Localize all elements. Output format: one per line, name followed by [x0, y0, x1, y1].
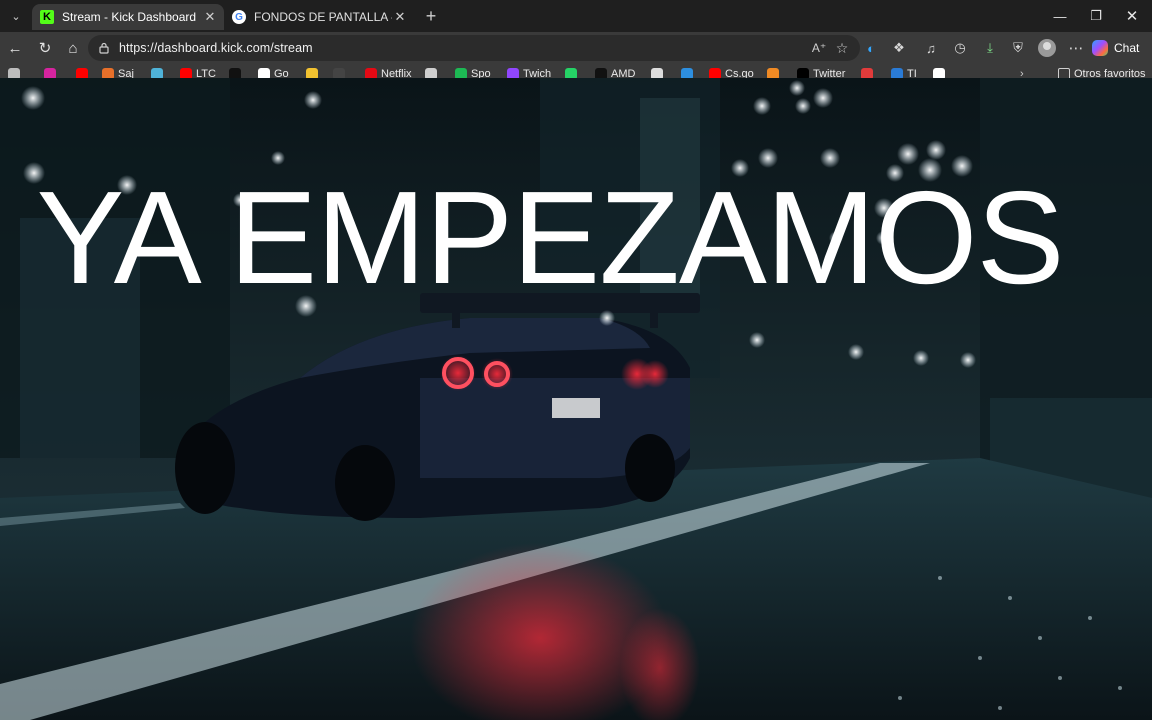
generic-site-icon	[767, 68, 779, 78]
close-tab-icon[interactable]: ✕	[392, 9, 408, 25]
favorite-site-0[interactable]	[44, 68, 56, 78]
media-note-icon[interactable]: ♫	[921, 38, 941, 58]
instagram-icon	[44, 68, 56, 78]
reload-button[interactable]: ↻	[34, 37, 56, 59]
favorite-twich-12[interactable]: Twich	[507, 68, 551, 78]
favorite-label: Saj	[118, 68, 134, 78]
favorite-site-7[interactable]	[306, 68, 318, 78]
favorite-site-5[interactable]	[229, 68, 241, 78]
favorite-site-10[interactable]	[425, 68, 437, 78]
chat-label: Chat	[1114, 41, 1140, 55]
copilot-icon	[1092, 40, 1108, 56]
browser-essentials-shield-icon[interactable]: ⛨	[1008, 38, 1028, 58]
favorite-label: Twitter	[813, 68, 846, 78]
amd-icon	[595, 68, 607, 78]
favorite-label: TI	[907, 68, 917, 78]
profile-avatar[interactable]	[1038, 39, 1056, 57]
favorite-label: LTC	[196, 68, 216, 78]
back-button[interactable]: ←	[4, 37, 26, 59]
history-icon[interactable]: ◷	[950, 38, 970, 58]
favorite-site-13[interactable]	[565, 68, 577, 78]
favorite-star-icon[interactable]: ☆	[833, 39, 851, 57]
downloads-icon[interactable]: ⤓	[980, 38, 1000, 58]
close-tab-icon[interactable]: ✕	[202, 9, 218, 25]
generic-site-icon	[333, 68, 345, 78]
favorite-twitter-19[interactable]: Twitter	[797, 68, 845, 78]
restore-window-icon[interactable]: ❐	[1078, 4, 1114, 28]
favorite-saj-2[interactable]: Saj	[102, 68, 134, 78]
site-info-lock-icon[interactable]	[97, 41, 111, 55]
youtube-icon	[76, 68, 88, 78]
netflix-icon	[365, 68, 377, 78]
generic-site-icon	[151, 68, 163, 78]
favorite-label: Netflix	[381, 68, 412, 78]
address-bar[interactable]: https://dashboard.kick.com/stream A⁺ ☆	[88, 35, 860, 61]
folder-icon	[1058, 68, 1070, 78]
favorite-label: Spo	[471, 68, 491, 78]
twitch-icon	[507, 68, 519, 78]
favorite-site-16[interactable]	[681, 68, 693, 78]
generic-site-icon	[102, 68, 114, 78]
generic-site-icon	[681, 68, 693, 78]
tiktok-icon	[229, 68, 241, 78]
favorite-site-18[interactable]	[767, 68, 779, 78]
youtube-icon	[180, 68, 192, 78]
favorite-site-22[interactable]	[933, 68, 945, 78]
close-window-icon[interactable]: ✕	[1114, 4, 1150, 28]
favorite-label: Twich	[523, 68, 552, 78]
google-logo-icon	[258, 68, 270, 78]
other-favorites-folder[interactable]: Otros favoritos	[1058, 68, 1146, 78]
favorite-label: Cs.go	[725, 68, 754, 78]
minimize-window-icon[interactable]: —	[1042, 4, 1078, 28]
favorites-bar-toggle-icon[interactable]	[8, 68, 20, 78]
whatsapp-icon	[565, 68, 577, 78]
generic-site-icon	[425, 68, 437, 78]
favorite-spo-11[interactable]: Spo	[455, 68, 491, 78]
favorite-site-20[interactable]	[861, 68, 873, 78]
more-favorites-chevron-icon[interactable]: ›	[1020, 68, 1024, 78]
generic-site-icon	[891, 68, 903, 78]
extension-drop-icon[interactable]: ◐	[861, 38, 881, 58]
stream-headline: YA EMPEZAMOS	[36, 164, 1064, 311]
favorite-site-1[interactable]	[76, 68, 88, 78]
new-tab-button[interactable]: +	[420, 5, 442, 27]
tab-title: FONDOS DE PANTALLA - Buscar c	[254, 10, 392, 24]
kick-logo-icon: K	[40, 10, 54, 24]
other-favorites-label: Otros favoritos	[1074, 68, 1146, 78]
favorite-go-6[interactable]: Go	[258, 68, 289, 78]
browser-toolbar: ← ↻ ⌂ https://dashboard.kick.com/stream …	[0, 32, 1152, 64]
read-aloud-icon[interactable]: A⁺	[810, 39, 828, 57]
spotify-icon	[455, 68, 467, 78]
favorite-ltc-4[interactable]: LTC	[180, 68, 216, 78]
favorite-label: AMD	[611, 68, 636, 78]
favorite-site-3[interactable]	[151, 68, 163, 78]
tab-title: Stream - Kick Dashboard	[62, 10, 197, 24]
generic-site-icon	[306, 68, 318, 78]
favorite-site-15[interactable]	[651, 68, 663, 78]
extensions-puzzle-icon[interactable]: ❖	[889, 38, 909, 58]
home-button[interactable]: ⌂	[62, 37, 84, 59]
generic-site-icon	[861, 68, 873, 78]
x-twitter-icon	[797, 68, 809, 78]
stream-preview: YA EMPEZAMOS	[0, 78, 1152, 720]
favorite-label: Go	[274, 68, 289, 78]
tab-actions-menu-icon[interactable]: ⌄	[6, 6, 26, 26]
youtube-icon	[709, 68, 721, 78]
tab-google-search[interactable]: G FONDOS DE PANTALLA - Buscar c ✕	[224, 4, 414, 30]
more-options-icon[interactable]: ⋯	[1066, 38, 1086, 58]
favorite-cs-go-17[interactable]: Cs.go	[709, 68, 754, 78]
favorite-site-8[interactable]	[333, 68, 345, 78]
tab-kick-dashboard[interactable]: K Stream - Kick Dashboard ✕	[32, 4, 224, 30]
favorites-bar: › Otros favoritos Saj LTC Go Netflix Spo Twic…	[0, 64, 1152, 78]
favorite-netflix-9[interactable]: Netflix	[365, 68, 412, 78]
generic-site-icon	[651, 68, 663, 78]
copilot-chat-button[interactable]: Chat	[1092, 36, 1146, 60]
google-logo-icon: G	[232, 10, 246, 24]
favorite-amd-14[interactable]: AMD	[595, 68, 635, 78]
favorite-ti-21[interactable]: TI	[891, 68, 917, 78]
google-logo-icon	[933, 68, 945, 78]
url-text[interactable]: https://dashboard.kick.com/stream	[119, 41, 313, 55]
tab-strip: ⌄ K Stream - Kick Dashboard ✕ G FONDOS D…	[0, 0, 1152, 32]
